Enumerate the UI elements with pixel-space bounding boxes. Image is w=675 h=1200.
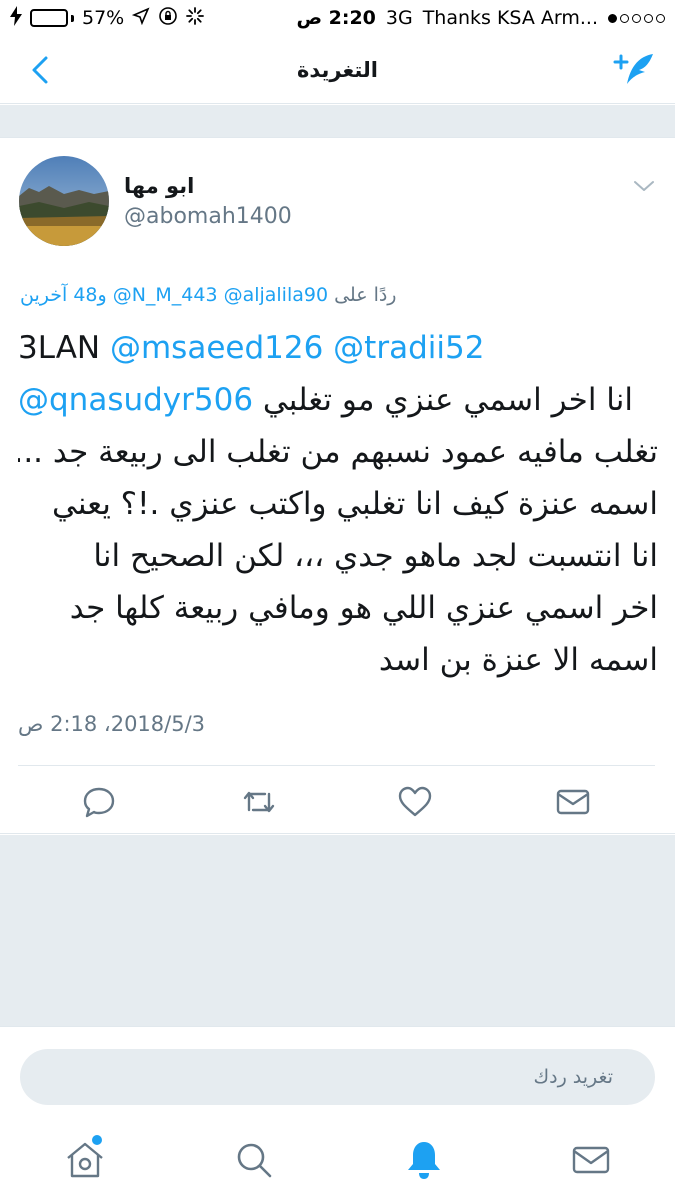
- reply-icon[interactable]: [81, 784, 117, 820]
- tweet-detail: ابو مها @abomah1400 ردًا على @aljalila90…: [0, 137, 675, 834]
- tweet-text-segment: اخر اسمي عنزي اللي هو ومافي ربيعة كلها ج…: [69, 590, 658, 626]
- messages-icon[interactable]: [569, 1138, 613, 1182]
- tweet-actions: [0, 784, 675, 820]
- tweet-text: 3LAN @msaeed126 @tradii52 @qnasudyr506 ان…: [18, 322, 658, 686]
- search-icon[interactable]: [232, 1138, 276, 1182]
- reply-others-link[interactable]: و48 آخرين: [20, 284, 107, 306]
- reply-mention[interactable]: @N_M_443: [113, 284, 218, 306]
- mention-link[interactable]: @msaeed126: [110, 330, 323, 366]
- empty-area: [0, 835, 675, 1026]
- tweet-line: اخر اسمي عنزي اللي هو ومافي ربيعة كلها ج…: [18, 582, 658, 634]
- tweet-line: انا انتسبت لجد ماهو جدي ،،، لكن الصحيح ا…: [18, 530, 658, 582]
- home-notification-dot: [92, 1135, 102, 1145]
- notifications-icon[interactable]: [402, 1138, 446, 1182]
- retweet-icon[interactable]: [241, 784, 277, 820]
- tweet-text-segment: انا اخر اسمي عنزي مو تغلبي: [253, 382, 633, 418]
- like-icon[interactable]: [397, 784, 433, 820]
- battery-icon: [30, 9, 74, 27]
- tweet-line: اسمه الا عنزة بن اسد: [18, 634, 658, 686]
- page-title: التغريدة: [297, 57, 378, 82]
- tweet-text-segment: 3LAN: [18, 330, 110, 366]
- tweet-text-segment: تغلب مافيه عمود نسبهم من تغلب الى ربيعة …: [18, 434, 658, 470]
- signal-strength-icon: [608, 13, 665, 23]
- tweet-text-segment: [323, 330, 333, 366]
- carrier-name: Thanks KSA Arm...: [422, 7, 598, 29]
- reply-mention[interactable]: @aljalila90: [224, 284, 329, 306]
- tweet-text-segment: انا انتسبت لجد ماهو جدي ،،، لكن الصحيح ا…: [93, 538, 658, 574]
- display-name[interactable]: ابو مها: [124, 174, 194, 198]
- reply-context: ردًا على @aljalila90 @N_M_443 و48 آخرين: [20, 284, 396, 306]
- status-right: 2:20 ص 3G Thanks KSA Arm...: [296, 7, 665, 29]
- reply-input[interactable]: [20, 1049, 655, 1105]
- status-left: 57%: [10, 5, 205, 31]
- reply-prefix: ردًا على: [334, 284, 397, 306]
- nav-bar: التغريدة: [0, 36, 675, 104]
- username[interactable]: @abomah1400: [124, 204, 292, 229]
- tweet-text-segment: اسمه الا عنزة بن اسد: [378, 642, 658, 678]
- tweet-line: تغلب مافيه عمود نسبهم من تغلب الى ربيعة …: [18, 426, 658, 478]
- mention-link[interactable]: @qnasudyr506: [18, 382, 253, 418]
- chevron-left-icon[interactable]: [24, 52, 60, 88]
- avatar[interactable]: [19, 156, 109, 246]
- direct-message-icon[interactable]: [555, 784, 591, 820]
- divider: [18, 765, 655, 766]
- battery-percent: 57%: [82, 7, 125, 29]
- status-time: 2:20 ص: [296, 7, 376, 29]
- separator-band: [0, 105, 675, 137]
- charging-bolt-icon: [10, 5, 22, 31]
- tweet-line: @qnasudyr506 انا اخر اسمي عنزي مو تغلبي: [18, 374, 658, 426]
- tweet-text-segment: اسمه عنزة كيف انا تغلبي واكتب عنزي .!؟ ي…: [52, 486, 658, 522]
- home-icon[interactable]: [63, 1138, 107, 1182]
- network-type: 3G: [385, 7, 413, 29]
- chevron-down-icon[interactable]: [631, 176, 657, 196]
- mention-link[interactable]: @tradii52: [333, 330, 484, 366]
- tweet-line: اسمه عنزة كيف انا تغلبي واكتب عنزي .!؟ ي…: [18, 478, 658, 530]
- status-bar: 57% 2:20 ص 3G Thanks KSA Arm...: [0, 0, 675, 36]
- rotation-lock-icon: [158, 6, 178, 31]
- compose-quill-icon[interactable]: [613, 48, 657, 92]
- tweet-timestamp: 2018/5/3، 2:18 ص: [18, 712, 206, 736]
- tweet-line: 3LAN @msaeed126 @tradii52: [18, 322, 658, 374]
- location-arrow-icon: [131, 6, 150, 30]
- activity-spinner-icon: [186, 6, 205, 30]
